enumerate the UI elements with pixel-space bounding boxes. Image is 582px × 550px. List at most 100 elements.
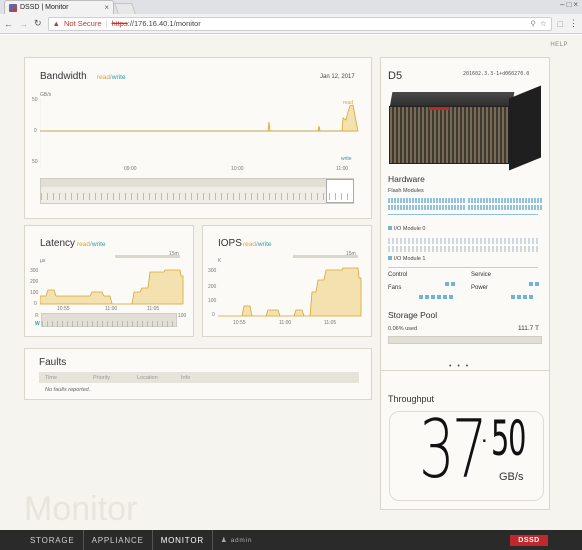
latency-card: Latency read/write 15m µs 300 200 100 0 … [24,225,194,337]
latency-y-tick-3: 0 [34,301,37,307]
throughput-unit: GB/s [499,471,524,483]
server-image [389,85,541,171]
bandwidth-y-mid: 0 [34,128,37,134]
forward-icon[interactable]: → [19,19,28,29]
storage-pool-title: Storage Pool [388,310,438,320]
latency-x-tick-2: 11:05 [147,306,160,312]
user-menu[interactable]: ♟ admin [213,536,252,545]
device-card: D5 201602.3.3-1+d060270.0 Hardware Flash… [380,57,550,397]
faults-col-time[interactable]: Time [45,375,93,381]
power-label: Power [471,285,489,291]
bandwidth-title: Bandwidth [40,71,87,82]
window-controls: – □ × [560,0,578,9]
throughput-fraction: 50 [491,411,526,467]
latency-r-marker: R [35,313,39,319]
minimize-icon[interactable]: – [560,0,564,9]
warning-icon: ▲ [52,19,60,28]
url-scheme: https [111,19,128,28]
iops-title: IOPS [218,238,242,249]
io-module-0-status-icon [388,226,392,230]
iops-card: IOPS read/write 15m K 300 200 100 0 10:5… [202,225,372,337]
nav-appliance[interactable]: APPLIANCE [84,530,153,550]
bandwidth-x-tick-2: 11:00 [336,166,349,172]
faults-empty-message: No faults reported. [45,387,91,393]
latency-y-tick-0: 300 [30,268,39,274]
brand-logo: DSSD [510,535,548,546]
bandwidth-y-top: 50 [32,97,38,103]
zoom-icon[interactable]: ⚲ [530,19,536,28]
bandwidth-write-label[interactable]: write [112,74,126,81]
io-module-1-status-icon [388,256,392,260]
bandwidth-chart[interactable] [40,98,360,173]
carousel-dots[interactable]: • • • [449,363,470,370]
latency-x-tick-1: 11:00 [105,306,118,312]
faults-col-location[interactable]: Location [137,375,181,381]
latency-unit: µs [40,258,46,264]
iops-x-tick-1: 11:00 [279,320,292,326]
flash-modules-row-d[interactable] [468,205,542,210]
io-module-1-text: I/O Module 1 [394,256,426,262]
nav-monitor[interactable]: MONITOR [153,530,213,550]
throughput-value: 37 [419,403,487,496]
iops-read-label[interactable]: read [243,241,256,248]
faults-col-info[interactable]: Info [181,375,190,381]
back-icon[interactable]: ← [4,19,13,29]
latency-y-tick-1: 200 [30,279,39,285]
browser-toolbar: ← → ↻ ▲ Not Secure | https://176.16.40.1… [0,14,582,34]
new-tab-button[interactable] [113,3,137,14]
latency-write-label[interactable]: write [92,241,106,248]
latency-title: Latency [40,238,76,249]
bookmark-star-icon[interactable]: ☆ [540,19,547,28]
latency-overview[interactable] [41,313,177,327]
browser-tabstrip: DSSD | Monitor × – □ × [0,0,582,14]
address-bar[interactable]: ▲ Not Secure | https://176.16.40.1/monit… [47,16,552,31]
iops-y-tick-2: 100 [208,298,217,304]
iops-x-tick-0: 10:55 [233,320,246,326]
storage-pool-capacity: 111.7 T [518,325,539,332]
close-window-icon[interactable]: × [573,0,578,9]
maximize-icon[interactable]: □ [566,0,571,9]
menu-icon[interactable]: ⋮ [569,18,578,29]
device-name: D5 [388,70,403,82]
throughput-card: • • • Throughput 37 . 50 GB/s [380,363,550,510]
help-link[interactable]: HELP [550,42,568,48]
bandwidth-x-tick-0: 09:00 [124,166,137,172]
tab-close-icon[interactable]: × [104,3,109,12]
iops-write-label[interactable]: write [258,241,272,248]
faults-card: Faults Time Priority Location Info No fa… [24,348,372,400]
latency-read-label[interactable]: read [77,241,90,248]
browser-tab[interactable]: DSSD | Monitor × [4,0,114,14]
bandwidth-overview[interactable] [40,178,354,204]
bandwidth-read-label[interactable]: read [97,74,110,81]
device-serial: 201602.3.3-1+d060270.0 [463,71,530,77]
faults-col-priority[interactable]: Priority [93,375,137,381]
iops-x-tick-2: 11:05 [324,320,337,326]
storage-pool-bar [388,336,542,344]
iops-chart[interactable] [218,266,363,318]
hardware-title: Hardware [388,174,425,184]
extension-icon[interactable]: □ [558,19,563,29]
tab-title: DSSD | Monitor [20,4,69,11]
bandwidth-y-bot: 50 [32,159,38,165]
favicon-icon [9,3,17,12]
faults-title: Faults [39,357,67,368]
storage-pool-used: 0.06% used [388,326,418,332]
flash-modules-row-c[interactable] [468,198,542,203]
flash-modules-row-a[interactable] [388,198,465,203]
io-module-0-label[interactable]: I/O Module 0 [388,226,426,232]
nav-storage[interactable]: STORAGE [0,530,84,550]
fans-status[interactable] [419,286,455,304]
latency-w-marker: W [35,321,40,327]
iops-y-tick-0: 300 [208,268,217,274]
user-icon: ♟ [220,537,228,544]
iops-y-tick-3: 0 [212,312,215,318]
io-module-0-text: I/O Module 0 [394,226,426,232]
bandwidth-x-tick-1: 10:00 [231,166,244,172]
iops-y-tick-1: 200 [208,284,217,290]
io-module-1-label[interactable]: I/O Module 1 [388,256,426,262]
flash-modules-row-b[interactable] [388,205,465,210]
reload-icon[interactable]: ↻ [34,18,42,29]
service-label: Service [471,272,492,278]
power-status[interactable] [511,286,535,304]
latency-chart[interactable] [40,266,185,306]
